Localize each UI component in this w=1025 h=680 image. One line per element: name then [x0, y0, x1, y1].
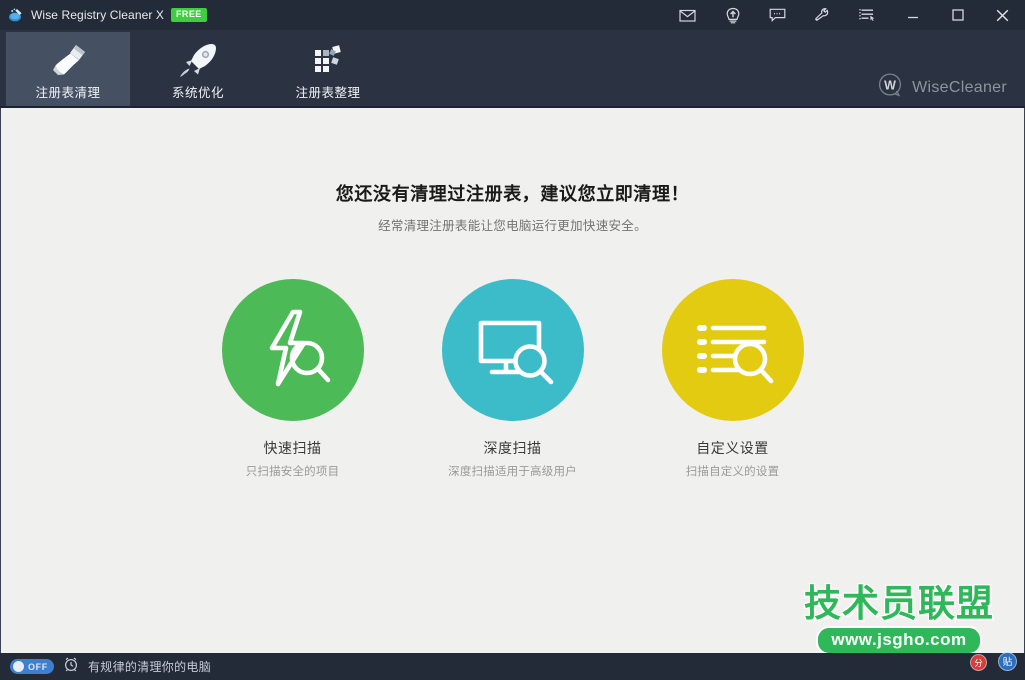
free-badge: FREE: [171, 8, 207, 22]
app-title: Wise Registry Cleaner X: [31, 8, 164, 22]
scan-actions: 快速扫描 只扫描安全的项目 深度扫描 深度扫描适用于高级: [1, 279, 1024, 479]
blocks-icon: [304, 40, 352, 80]
watermark-badge-1: 分: [970, 654, 987, 676]
action-description: 扫描自定义的设置: [686, 463, 780, 479]
action-title: 自定义设置: [696, 438, 769, 458]
title-bar: Wise Registry Cleaner X FREE: [0, 0, 1025, 30]
custom-settings-button[interactable]: [662, 279, 804, 421]
status-text: 有规律的清理你的电脑: [88, 658, 211, 675]
menu-icon[interactable]: [845, 0, 890, 30]
action-title: 快速扫描: [264, 438, 322, 458]
action-title: 深度扫描: [484, 438, 542, 458]
svg-text:贴: 贴: [1003, 656, 1013, 668]
lightning-search-icon: [248, 303, 338, 398]
tab-system-optimize[interactable]: 系统优化: [136, 32, 260, 106]
action-custom-settings: 自定义设置 扫描自定义的设置: [662, 279, 804, 479]
watermark-url: www.jsgho.com: [816, 626, 981, 653]
navigation-bar: 注册表清理 系统优化: [0, 30, 1025, 108]
action-description: 深度扫描适用于高级用户: [448, 463, 577, 479]
tab-label: 注册表清理: [35, 82, 100, 101]
schedule-toggle[interactable]: OFF: [10, 659, 54, 674]
brand-name: WiseCleaner: [912, 79, 1007, 97]
tools-icon[interactable]: [800, 0, 845, 30]
watermark-badge-2: 贴: [998, 652, 1017, 676]
application-window: Wise Registry Cleaner X FREE: [0, 0, 1025, 680]
toggle-knob: [13, 661, 24, 672]
action-deep-scan: 深度扫描 深度扫描适用于高级用户: [442, 279, 584, 479]
close-button[interactable]: [980, 0, 1025, 30]
minimize-button[interactable]: [890, 0, 935, 30]
watermark-url-row: www.jsgho.com: [784, 626, 1014, 653]
quick-scan-button[interactable]: [222, 279, 364, 421]
upgrade-icon[interactable]: [710, 0, 755, 30]
tab-registry-defrag[interactable]: 注册表整理: [266, 32, 390, 106]
wisecleaner-mark-icon: W: [877, 72, 904, 104]
title-bar-buttons: [665, 0, 1025, 30]
main-content: 您还没有清理过注册表，建议您立即清理！ 经常清理注册表能让您电脑运行更加快速安全…: [0, 108, 1025, 653]
feedback-icon[interactable]: [755, 0, 800, 30]
maximize-button[interactable]: [935, 0, 980, 30]
svg-text:分: 分: [974, 659, 983, 669]
tab-label: 系统优化: [172, 82, 224, 101]
brush-icon: [44, 40, 92, 80]
alarm-clock-icon[interactable]: [63, 656, 79, 677]
watermark: 技术员联盟 www.jsgho.com: [784, 584, 1014, 653]
svg-text:W: W: [884, 78, 896, 92]
list-search-icon: [688, 303, 778, 398]
title-bar-left: Wise Registry Cleaner X FREE: [0, 7, 207, 23]
tab-label: 注册表整理: [295, 82, 360, 101]
monitor-search-icon: [468, 303, 558, 398]
toggle-state-label: OFF: [28, 662, 48, 672]
deep-scan-button[interactable]: [442, 279, 584, 421]
wise-registry-cleaner-icon: [8, 7, 24, 23]
action-quick-scan: 快速扫描 只扫描安全的项目: [222, 279, 364, 479]
rocket-icon: [174, 40, 222, 80]
mail-icon[interactable]: [665, 0, 710, 30]
wisecleaner-logo: W WiseCleaner: [877, 72, 1007, 104]
page-headline: 您还没有清理过注册表，建议您立即清理！: [1, 180, 1024, 206]
tab-registry-cleaner[interactable]: 注册表清理: [6, 32, 130, 106]
page-subheadline: 经常清理注册表能让您电脑运行更加快速安全。: [1, 215, 1024, 234]
action-description: 只扫描安全的项目: [246, 463, 340, 479]
status-bar: OFF 有规律的清理你的电脑 分 贴: [0, 653, 1025, 680]
watermark-title: 技术员联盟: [784, 584, 1014, 624]
